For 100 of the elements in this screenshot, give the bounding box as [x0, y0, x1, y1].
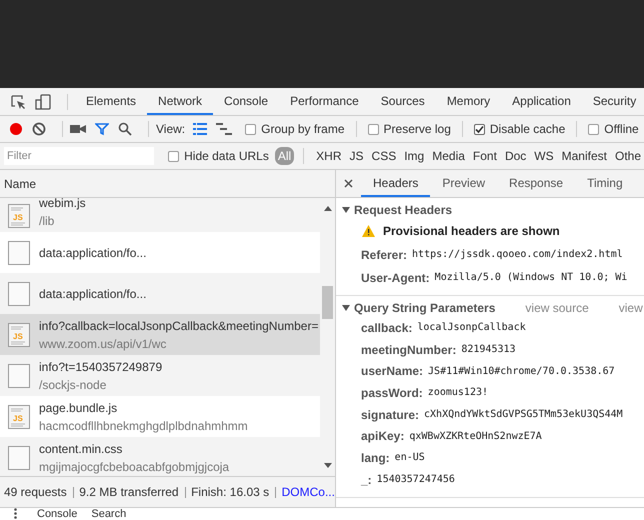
- view-toggle-link[interactable]: view source: [525, 301, 589, 315]
- file-icon: [8, 446, 30, 470]
- type-filter-button[interactable]: Media: [429, 147, 468, 165]
- warning-icon: [362, 225, 375, 237]
- param-value: JS#11#Win10#chrome/70.0.3538.67: [428, 366, 615, 377]
- detail-tab[interactable]: Preview: [430, 170, 498, 197]
- option-checkbox[interactable]: Group by frame: [245, 122, 345, 136]
- param-name: meetingNumber:: [361, 342, 456, 357]
- param-name: apiKey:: [361, 429, 404, 444]
- param-value: 1540357247456: [376, 474, 455, 486]
- search-icon[interactable]: [118, 122, 132, 136]
- request-name: webim.js: [39, 198, 86, 210]
- option-checkbox[interactable]: Offline: [588, 122, 639, 136]
- request-row[interactable]: content.min.css mgijmajocgfcbeboacabfgobmjgjcoja: [0, 437, 320, 476]
- drawer-tab[interactable]: Search: [91, 508, 126, 520]
- request-row[interactable]: data:application/fo...: [0, 273, 320, 314]
- request-row[interactable]: JS info?callback=localJsonpCallback&meetingNumber= www.zoom.us/api/v1/wc: [0, 314, 320, 355]
- section-title[interactable]: Query String Parameters: [354, 301, 496, 315]
- detail-tab[interactable]: Timing: [575, 170, 635, 197]
- param-name: lang:: [361, 450, 390, 465]
- panel-tab[interactable]: Elements: [75, 88, 148, 115]
- type-filter-button[interactable]: Manifest: [558, 147, 610, 165]
- detail-tab[interactable]: Response: [497, 170, 576, 197]
- param-value: cXhXQndYWktSdGVPSG5TMm53ekU3QS44M: [424, 409, 623, 420]
- view-label: View:: [156, 122, 186, 136]
- dom-content-link[interactable]: DOMCo...: [282, 485, 335, 499]
- view-toggle-link[interactable]: view: [618, 301, 643, 315]
- status-text: 9.2 MB transferred: [79, 485, 179, 499]
- record-icon[interactable]: [9, 122, 23, 136]
- request-row[interactable]: info?t=1540357249879 /sockjs-node: [0, 355, 320, 396]
- type-filter-button[interactable]: WS: [531, 147, 557, 165]
- js-file-icon: JS: [8, 204, 30, 228]
- param-name: signature:: [361, 408, 420, 422]
- file-icon: [8, 282, 30, 306]
- request-path: /sockjs-node: [39, 378, 108, 392]
- close-icon[interactable]: [344, 179, 353, 188]
- header-name: User-Agent:: [361, 270, 430, 284]
- warning-text: Provisional headers are shown: [383, 224, 560, 238]
- header-value: Mozilla/5.0 (Windows NT 10.0; Wi: [434, 272, 628, 283]
- option-checkbox[interactable]: Disable cache: [474, 122, 566, 136]
- type-filter-button[interactable]: Font: [470, 147, 500, 165]
- type-filter-button[interactable]: XHR: [313, 147, 345, 165]
- panel-tab[interactable]: Memory: [436, 88, 502, 115]
- device-icon[interactable]: [35, 94, 51, 110]
- video-camera-icon[interactable]: [70, 123, 86, 135]
- type-filter-button[interactable]: CSS: [368, 147, 400, 165]
- clear-icon[interactable]: [32, 122, 46, 136]
- type-filter-button[interactable]: Doc: [502, 147, 530, 165]
- list-view-icon[interactable]: [193, 123, 208, 135]
- panel-tab[interactable]: Console: [213, 88, 280, 115]
- option-checkbox[interactable]: Preserve log: [368, 122, 451, 136]
- panel-tab[interactable]: Sources: [370, 88, 436, 115]
- header-name: Referer:: [361, 248, 408, 262]
- param-value: 821945313: [461, 344, 516, 356]
- request-path: www.zoom.us/api/v1/wc: [39, 336, 168, 350]
- file-icon: [8, 364, 30, 388]
- request-name: page.bundle.js: [39, 400, 118, 414]
- type-filter-button[interactable]: Img: [401, 147, 428, 165]
- inspect-cursor-icon[interactable]: [10, 94, 26, 110]
- param-value: localJsonpCallback: [417, 322, 526, 334]
- type-filter-button[interactable]: Othe: [612, 147, 644, 165]
- expand-triangle-icon[interactable]: [342, 304, 350, 312]
- panel-tab[interactable]: Application: [501, 88, 582, 115]
- request-name: content.min.css: [39, 442, 124, 456]
- scrollbar[interactable]: [320, 198, 335, 476]
- request-name: data:application/fo...: [39, 286, 146, 300]
- request-path: hacmcodfllhbnekmghgdlplbdnahmhmm: [39, 418, 248, 432]
- param-value: en-US: [394, 452, 425, 464]
- param-name: passWord:: [361, 386, 423, 400]
- filter-icon[interactable]: [95, 122, 109, 136]
- request-path: /lib: [39, 214, 56, 228]
- param-name: callback:: [361, 320, 412, 335]
- request-name: info?t=1540357249879: [39, 360, 162, 374]
- file-icon: [8, 240, 30, 264]
- param-name: userName:: [361, 364, 424, 378]
- hide-data-urls-checkbox[interactable]: Hide data URLs: [168, 149, 269, 163]
- expand-triangle-icon[interactable]: [342, 206, 350, 214]
- request-name: info?callback=localJsonpCallback&meetingNumber=: [39, 318, 318, 332]
- js-file-icon: JS: [8, 322, 30, 346]
- column-header[interactable]: Name: [0, 170, 335, 198]
- header-value: https://jssdk.qooeo.com/index2.html: [412, 249, 623, 260]
- filter-field[interactable]: Filter: [4, 147, 154, 165]
- drawer-tab[interactable]: Console: [37, 508, 78, 520]
- checkmark-icon: [474, 124, 484, 134]
- panel-tab[interactable]: Performance: [279, 88, 370, 115]
- status-text: 49 requests: [4, 485, 67, 499]
- status-text: Finish: 16.03 s: [191, 485, 270, 499]
- request-row[interactable]: JS webim.js /lib: [0, 198, 320, 232]
- section-title[interactable]: Request Headers: [354, 203, 452, 217]
- panel-tab[interactable]: Security: [582, 88, 644, 115]
- type-filter-button[interactable]: JS: [346, 147, 367, 165]
- js-file-icon: JS: [8, 404, 30, 428]
- param-value: qxWBwXZKRteOHnS2nwzE7A: [409, 430, 542, 442]
- more-menu-icon[interactable]: [14, 508, 17, 519]
- param-name: _:: [361, 472, 372, 487]
- request-name: data:application/fo...: [39, 246, 146, 260]
- param-value: zoomus123!: [428, 387, 488, 398]
- detail-tab[interactable]: Headers: [361, 170, 430, 197]
- request-path: mgijmajocgfcbeboacabfgobmjgjcoja: [39, 460, 230, 474]
- waterfall-view-icon[interactable]: [216, 123, 232, 135]
